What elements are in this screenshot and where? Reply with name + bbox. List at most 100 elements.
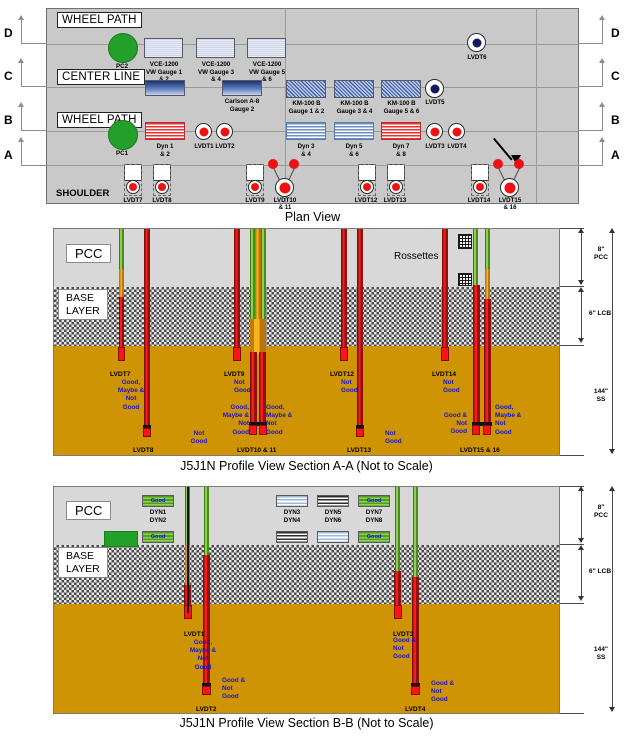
rod-lvdt15-tip-b (483, 425, 491, 435)
section-bb-dim-pcc-2: PCC (594, 512, 608, 519)
rod-lvdt7-red (119, 297, 124, 352)
rod-lvdt14-red (442, 229, 448, 354)
section-marker-a-right: A (611, 148, 620, 162)
vce-gauge-3-4-line2: VW Gauge 3 (197, 68, 235, 76)
section-bb-lvdt3-note: Good & Not Good (393, 637, 417, 661)
section-arrow-a-left (18, 137, 24, 142)
rod-lvdt12-tip (340, 347, 348, 361)
section-leader-c-left (21, 63, 22, 87)
rod-lvdt7-orange (119, 269, 124, 297)
carlson-gauge-2[interactable] (222, 80, 262, 96)
section-bb-lvdt2-name: LVDT2 (196, 706, 217, 713)
section-marker-d-right: D (611, 26, 620, 40)
pressure-cell-pc1-label: PC1 (115, 150, 129, 157)
section-arrow-c-right (599, 58, 605, 63)
pressure-cell-pc2[interactable] (108, 33, 138, 63)
rod-lvdt14-tip (441, 347, 449, 361)
rod-lvdt15-green-b (485, 229, 490, 269)
section-marker-c-right: C (611, 69, 620, 83)
lvdt-marker-lvdt6[interactable] (467, 33, 486, 52)
section-leader-d-left (21, 20, 22, 44)
vce-gauge-3-4[interactable] (196, 38, 235, 58)
rod-lvdt3-tip (394, 605, 402, 619)
dyn6-block[interactable] (317, 531, 349, 543)
section-aa-lvdt13-note: Not Good (385, 430, 402, 446)
section-marker-c-left: C (4, 69, 13, 83)
lvdt-marker-lvdt2-label: LVDT2 (215, 143, 235, 150)
dyn-sensor-1-2[interactable] (145, 122, 185, 140)
shoulder-lvdt8-dot[interactable] (155, 180, 169, 194)
km100-gauge-1-2-line2: Gauge 1 & 2 (288, 107, 325, 115)
section-bb-lvdt4-name: LVDT4 (405, 706, 426, 713)
section-marker-d-left: D (4, 26, 13, 40)
shoulder-lvdt7-dot[interactable] (126, 180, 140, 194)
section-leader-a-left-h (21, 165, 47, 166)
carlson-gauge-left[interactable] (145, 80, 185, 96)
section-bb-dim-pcc-1: 8" (597, 504, 605, 511)
dyn-sensor-1-2-line2: & 2 (160, 150, 170, 158)
lvdt-marker-lvdt1[interactable] (195, 123, 212, 140)
km100-gauge-1-2[interactable] (286, 80, 326, 98)
dyn-sensor-3-4[interactable] (286, 122, 326, 140)
lvdt-marker-lvdt3[interactable] (426, 123, 443, 140)
dyn-sensor-7-8-line1: Dyn 7 (392, 143, 410, 150)
section-bb-title: J5J1N Profile View Section B-B (Not to S… (179, 716, 434, 730)
dyn2-block[interactable]: Good (142, 531, 174, 543)
rod-lvdt15-green-a (473, 229, 478, 285)
dyn3-block[interactable] (276, 495, 308, 507)
lvdt-marker-lvdt6-label: LVDT6 (467, 54, 487, 61)
dyn7-block[interactable]: Good (358, 495, 390, 507)
section-aa-pcc-label: PCC (66, 244, 112, 263)
km100-gauge-5-6[interactable] (381, 80, 421, 98)
dyn1-label: DYN1 (149, 509, 167, 516)
section-leader-c-right (602, 63, 603, 87)
dyn5-block[interactable] (317, 495, 349, 507)
shoulder-lvdt10-dot[interactable] (275, 178, 294, 197)
shoulder-lvdt13-dot[interactable] (389, 180, 403, 194)
section-bb-pcc-label: PCC (66, 501, 112, 520)
section-leader-b-right-h (578, 130, 603, 131)
section-aa-base-label-2: LAYER (66, 304, 100, 317)
section-aa-dim-pcc-2: PCC (594, 254, 608, 261)
label-wheel-path-top: WHEEL PATH (57, 12, 142, 28)
shoulder-lvdt15-dot[interactable] (500, 178, 519, 197)
vce-gauge-5-6[interactable] (247, 38, 286, 58)
section-marker-b-right: B (611, 113, 620, 127)
rod-lvdt13-red (357, 229, 363, 427)
lvdt-marker-lvdt5[interactable] (425, 79, 444, 98)
dyn-sensor-5-6[interactable] (334, 122, 374, 140)
rosette-upper (458, 234, 472, 249)
vce-gauge-1-2[interactable] (144, 38, 183, 58)
dyn1-block[interactable]: Good (142, 495, 174, 507)
dyn8-block[interactable]: Good (358, 531, 390, 543)
shoulder-lvdt14-dot[interactable] (473, 180, 487, 194)
section-aa-dim-lcb-1: 6" LCB (588, 310, 612, 317)
lvdt-marker-lvdt2[interactable] (216, 123, 233, 140)
label-shoulder: SHOULDER (56, 188, 110, 199)
dyn4-block[interactable] (276, 531, 308, 543)
dyn-sensor-7-8[interactable] (381, 122, 421, 140)
rod-lvdt8-tip (143, 428, 151, 437)
section-arrow-d-left (18, 15, 24, 20)
lvdt-marker-lvdt4[interactable] (448, 123, 465, 140)
dyn-sensor-3-4-line2: & 4 (301, 150, 311, 158)
shoulder-lvdt9-dot[interactable] (248, 180, 262, 194)
carlson-gauge-2-line1: Carlson A-8 (224, 98, 260, 105)
dyn7-label: DYN7 (365, 509, 383, 516)
section-aa-lvdt7-name: LVDT7 (110, 371, 131, 378)
pressure-cell-chip[interactable] (104, 531, 138, 547)
section-leader-d-left-h (21, 43, 47, 44)
rod-lvdt1-core (187, 487, 189, 613)
shoulder-lvdt9-label: LVDT9 (245, 197, 265, 204)
km100-gauge-3-4[interactable] (334, 80, 374, 98)
section-aa-base-label-1: BASE (66, 292, 95, 304)
pressure-cell-pc1[interactable] (108, 120, 138, 150)
rod-lvdt4-green (413, 487, 418, 577)
shoulder-lvdt12-dot[interactable] (360, 180, 374, 194)
section-aa-lvdt13-name: LVDT13 (347, 447, 372, 454)
shoulder-lvdt8-label: LVDT8 (152, 197, 172, 204)
dyn-sensor-1-2-line1: Dyn 1 (156, 143, 174, 150)
section-leader-a-right (602, 142, 603, 166)
section-aa-diagram: PCC BASE LAYER Rossettes (53, 228, 560, 456)
section-aa-lvdt10-note-left: Good, Maybe & Not Good (222, 404, 249, 436)
